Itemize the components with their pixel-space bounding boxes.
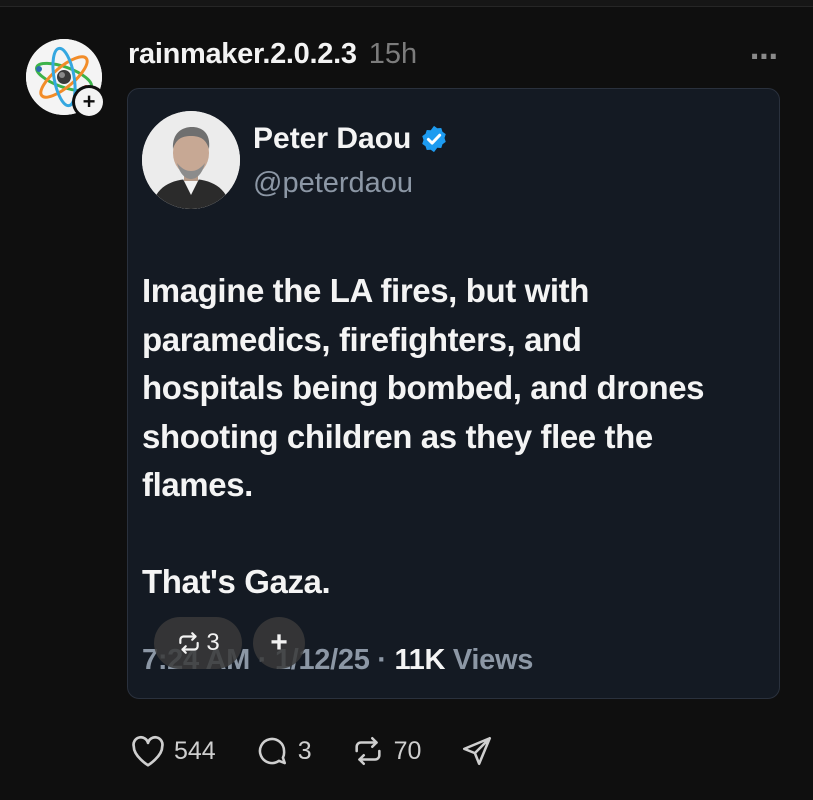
plus-icon: +: [270, 626, 288, 659]
follow-button[interactable]: +: [72, 85, 106, 119]
top-divider: [0, 0, 813, 7]
post-text-line: shooting children as they flee the: [142, 417, 653, 455]
like-count: 544: [174, 736, 216, 765]
heart-icon: [132, 735, 164, 767]
embedded-post-card[interactable]: Peter Daou @peterdaou Imagine the LA fir…: [127, 88, 780, 699]
post-action-bar: 544 3 70: [130, 732, 533, 770]
share-icon: [463, 736, 492, 766]
repost-icon: [355, 736, 381, 766]
embedded-handle: @peterdaou: [253, 167, 414, 199]
overlay-add-button[interactable]: +: [253, 617, 305, 669]
more-icon[interactable]: ⋯: [750, 40, 779, 73]
embedded-post-text: Imagine the LA fires, but with paramedic…: [142, 267, 762, 607]
post-text-line: Imagine the LA fires, but with: [142, 272, 589, 309]
share-button[interactable]: [459, 734, 495, 768]
reply-button[interactable]: 3: [254, 734, 312, 768]
verified-icon: [422, 125, 447, 153]
display-name-text: Peter Daou: [253, 122, 412, 155]
views-label: Views: [445, 644, 534, 676]
embedded-author-avatar: [142, 111, 240, 209]
overlay-repost-button[interactable]: 3: [154, 617, 242, 669]
post-time: 15h: [368, 38, 418, 70]
repost-button[interactable]: 70: [350, 734, 422, 768]
person-photo-icon: [142, 111, 240, 209]
like-button[interactable]: 544: [130, 734, 216, 768]
username-link[interactable]: rainmaker.2.0.2.3: [128, 38, 357, 70]
views-count: 11K: [394, 644, 446, 676]
repost-icon: [179, 632, 200, 654]
post-text-line: flames.: [142, 466, 253, 503]
post-header: rainmaker.2.0.2.3 15h: [128, 38, 417, 71]
repost-count: 70: [393, 736, 422, 765]
post-text-line: paramedics, firefighters, and: [142, 320, 582, 358]
post-text-line: That's Gaza.: [142, 563, 331, 600]
embedded-display-name: Peter Daou: [253, 122, 449, 156]
post-text-line: hospitals being bombed, and drones: [142, 369, 705, 406]
plus-icon: +: [75, 88, 103, 116]
reply-icon: [258, 737, 286, 765]
overlay-repost-count: 3: [206, 629, 220, 656]
reply-count: 3: [297, 736, 312, 765]
